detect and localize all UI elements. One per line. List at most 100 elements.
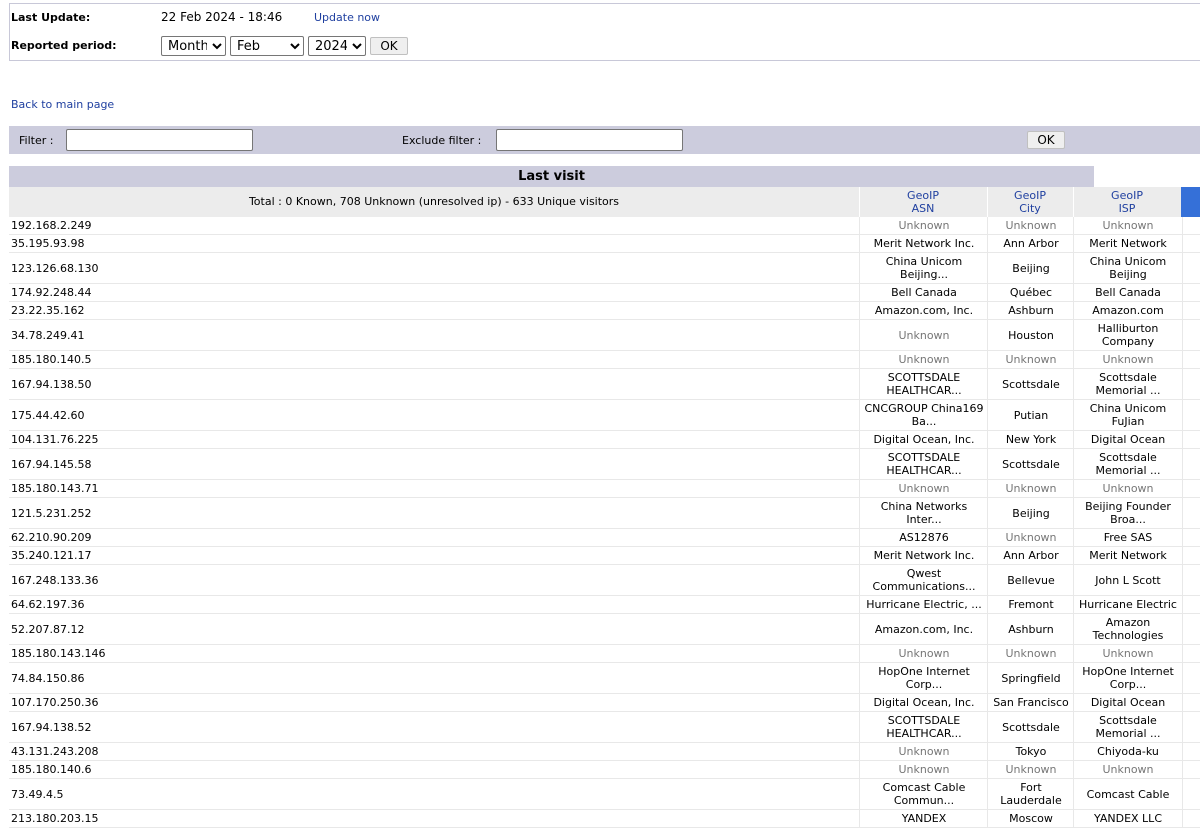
asn-cell: Unknown (859, 761, 988, 778)
city-cell: Houston (987, 320, 1074, 350)
table-row: 167.248.133.36 Qwest Communications... Bel… (9, 565, 1200, 596)
isp-cell: Scottsdale Memorial ... (1073, 369, 1183, 399)
isp-cell: Unknown (1073, 217, 1183, 234)
period-ok-button[interactable]: OK (370, 37, 408, 55)
month-select[interactable]: Feb (230, 36, 304, 56)
asn-cell: Unknown (859, 743, 988, 760)
visits-table: 192.168.2.249 Unknown Unknown Unknown 35.195… (9, 217, 1200, 828)
city-cell: Unknown (987, 217, 1074, 234)
isp-cell: Amazon.com (1073, 302, 1183, 319)
city-cell: Ashburn (987, 614, 1074, 644)
isp-cell: China Unicom FuJian (1073, 400, 1183, 430)
ip-cell: 52.207.87.12 (11, 622, 85, 636)
asn-cell: HopOne Internet Corp... (859, 663, 988, 693)
ip-cell: 35.240.121.17 (11, 549, 92, 562)
update-now-link[interactable]: Update now (314, 11, 380, 24)
table-row: 185.180.143.71 Unknown Unknown Unknown (9, 480, 1200, 498)
ip-cell: 185.180.143.71 (11, 482, 99, 495)
ip-cell: 43.131.243.208 (11, 745, 99, 758)
ip-cell: 123.126.68.130 (11, 261, 99, 275)
isp-cell: HopOne Internet Corp... (1073, 663, 1183, 693)
ip-cell: 104.131.76.225 (11, 433, 99, 446)
city-cell: Springfield (987, 663, 1074, 693)
table-row: 73.49.4.5 Comcast Cable Commun... Fort Lau… (9, 779, 1200, 810)
city-cell: Scottsdale (987, 712, 1074, 742)
isp-cell: Amazon Technologies (1073, 614, 1183, 644)
column-divider (859, 187, 860, 217)
last-update-value: 22 Feb 2024 - 18:46 (161, 10, 283, 24)
table-row: 185.180.140.6 Unknown Unknown Unknown (9, 761, 1200, 779)
city-cell: Beijing (987, 253, 1074, 283)
asn-cell: Bell Canada (859, 284, 988, 301)
col-header-city[interactable]: GeoIP City (987, 189, 1073, 215)
city-cell: Scottsdale (987, 449, 1074, 479)
table-row: 185.180.143.146 Unknown Unknown Unknown (9, 645, 1200, 663)
city-cell: Bellevue (987, 565, 1074, 595)
exclude-filter-input[interactable] (496, 129, 683, 151)
city-cell: Québec (987, 284, 1074, 301)
table-row: 123.126.68.130 China Unicom Beijing... Bei… (9, 253, 1200, 284)
table-row: 167.94.138.52 SCOTTSDALE HEALTHCAR... Scot… (9, 712, 1200, 743)
city-cell: Ashburn (987, 302, 1074, 319)
isp-cell: Scottsdale Memorial ... (1073, 449, 1183, 479)
table-row: 104.131.76.225 Digital Ocean, Inc. New Yor… (9, 431, 1200, 449)
filter-ok-button[interactable]: OK (1027, 131, 1065, 149)
isp-cell: Hurricane Electric (1073, 596, 1183, 613)
table-row: 52.207.87.12 Amazon.com, Inc. Ashburn Amazo… (9, 614, 1200, 645)
table-row: 34.78.249.41 Unknown Houston Halliburton Co… (9, 320, 1200, 351)
isp-cell: Digital Ocean (1073, 694, 1183, 711)
ip-cell: 185.180.140.5 (11, 353, 92, 366)
asn-cell: Unknown (859, 217, 988, 234)
filter-label: Filter : (19, 134, 54, 147)
isp-cell: Scottsdale Memorial ... (1073, 712, 1183, 742)
ip-cell: 121.5.231.252 (11, 506, 92, 520)
city-cell: Tokyo (987, 743, 1074, 760)
isp-cell: YANDEX LLC (1073, 810, 1183, 827)
ip-cell: 74.84.150.86 (11, 671, 85, 685)
ip-cell: 167.248.133.36 (11, 573, 99, 587)
city-cell: Fort Lauderdale (987, 779, 1074, 809)
isp-cell: Beijing Founder Broa... (1073, 498, 1183, 528)
ip-cell: 167.94.145.58 (11, 457, 92, 471)
isp-cell: Bell Canada (1073, 284, 1183, 301)
ip-cell: 35.195.93.98 (11, 237, 85, 250)
reported-period-label: Reported period: (11, 39, 117, 52)
asn-cell: YANDEX (859, 810, 988, 827)
col-header-asn[interactable]: GeoIP ASN (859, 189, 987, 215)
asn-cell: Digital Ocean, Inc. (859, 431, 988, 448)
ip-cell: 192.168.2.249 (11, 219, 92, 232)
table-row: 35.195.93.98 Merit Network Inc. Ann Arbor M… (9, 235, 1200, 253)
table-row: 43.131.243.208 Unknown Tokyo Chiyoda-ku (9, 743, 1200, 761)
year-select[interactable]: 2024 (308, 36, 366, 56)
isp-cell: Chiyoda-ku (1073, 743, 1183, 760)
ip-cell: 107.170.250.36 (11, 696, 99, 709)
ip-cell: 64.62.197.36 (11, 598, 85, 611)
ip-cell: 185.180.143.146 (11, 647, 106, 660)
table-row: 107.170.250.36 Digital Ocean, Inc. San Fra… (9, 694, 1200, 712)
ip-cell: 73.49.4.5 (11, 787, 64, 801)
isp-cell: China Unicom Beijing (1073, 253, 1183, 283)
city-cell: Unknown (987, 480, 1074, 497)
city-cell: Unknown (987, 351, 1074, 368)
col-header-isp[interactable]: GeoIP ISP (1073, 189, 1181, 215)
city-cell: Unknown (987, 761, 1074, 778)
asn-cell: Unknown (859, 320, 988, 350)
asn-cell: Comcast Cable Commun... (859, 779, 988, 809)
asn-cell: China Unicom Beijing... (859, 253, 988, 283)
asn-cell: SCOTTSDALE HEALTHCAR... (859, 712, 988, 742)
asn-cell: SCOTTSDALE HEALTHCAR... (859, 369, 988, 399)
scroll-indicator (1181, 187, 1200, 217)
ip-cell: 175.44.42.60 (11, 408, 85, 422)
asn-cell: SCOTTSDALE HEALTHCAR... (859, 449, 988, 479)
isp-cell: Unknown (1073, 351, 1183, 368)
table-row: 175.44.42.60 CNCGROUP China169 Ba... Putia… (9, 400, 1200, 431)
period-type-select[interactable]: Month (161, 36, 226, 56)
isp-cell: Halliburton Company (1073, 320, 1183, 350)
back-to-main-link[interactable]: Back to main page (11, 98, 114, 111)
city-cell: Ann Arbor (987, 547, 1074, 564)
filter-input[interactable] (66, 129, 253, 151)
ip-cell: 34.78.249.41 (11, 328, 85, 342)
isp-cell: Free SAS (1073, 529, 1183, 546)
ip-cell: 167.94.138.50 (11, 377, 92, 391)
asn-cell: Amazon.com, Inc. (859, 302, 988, 319)
